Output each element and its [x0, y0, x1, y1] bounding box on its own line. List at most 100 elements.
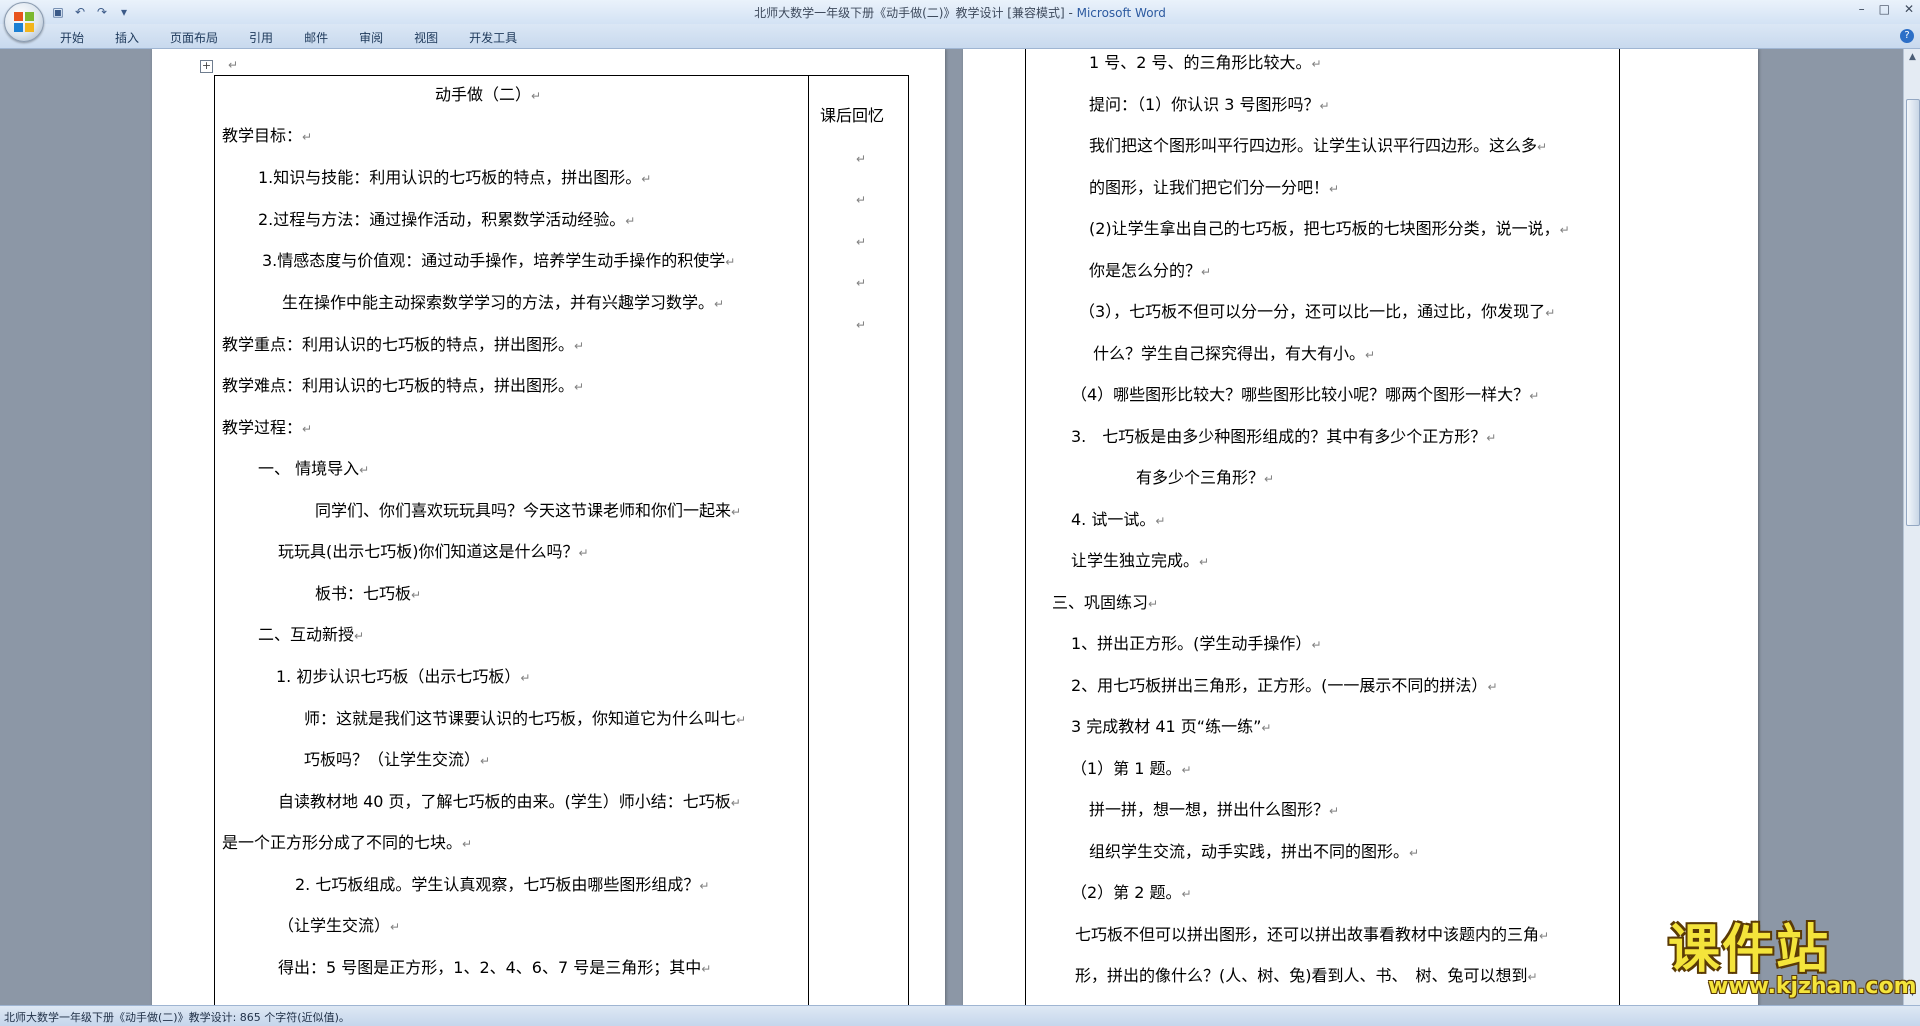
- paragraph-mark: ↵: [574, 339, 585, 353]
- text-line: 让学生独立完成。↵: [1071, 551, 1210, 570]
- tab-developer[interactable]: 开发工具: [469, 29, 517, 46]
- text-line: 4. 试一试。↵: [1071, 510, 1166, 529]
- status-text: 北师大数学一年级下册《动手做(二)》教学设计: 865 个字符(近似值)。: [4, 1011, 350, 1024]
- paragraph-mark: ↵: [625, 214, 636, 228]
- window-controls: – □ ✕: [1859, 2, 1914, 16]
- office-logo-icon: [14, 12, 34, 32]
- paragraph-mark: ↵: [1155, 514, 1166, 528]
- document-area[interactable]: + ↵ 动手做（二）↵ 教学目标：↵ 1.知识与技能：利用认识的七巧板的特点，拼…: [0, 49, 1903, 1005]
- scrollbar-thumb[interactable]: [1906, 99, 1920, 526]
- text-line: 有多少个三角形？↵: [1136, 468, 1275, 487]
- text-line: （2）第 2 题。↵: [1071, 883, 1192, 902]
- text-line: 同学们、你们喜欢玩玩具吗？今天这节课老师和你们一起来↵: [315, 501, 742, 520]
- text-line: 教学过程：↵: [222, 418, 313, 437]
- office-button[interactable]: [4, 2, 44, 42]
- paragraph-mark: ↵: [1181, 887, 1192, 901]
- title-bar: ▣ ↶ ↷ ▾ 北师大数学一年级下册《动手做(二)》教学设计 [兼容模式] - …: [0, 0, 1920, 24]
- minimize-button[interactable]: –: [1859, 2, 1865, 16]
- text-line: 组织学生交流，动手实践，拼出不同的图形。↵: [1089, 842, 1420, 861]
- paragraph-mark: ↵: [1545, 306, 1556, 320]
- text-line: 教学目标：↵: [222, 126, 313, 145]
- paragraph-mark: ↵: [1486, 431, 1497, 445]
- text-line: (2)让学生拿出自己的七巧板，把七巧板的七块图形分类，说一说，↵: [1089, 219, 1570, 238]
- maximize-button[interactable]: □: [1879, 2, 1890, 16]
- text-line: 3 完成教材 41 页“练一练”↵: [1071, 717, 1272, 736]
- paragraph-mark: ↵: [520, 671, 531, 685]
- paragraph-mark: ↵: [856, 235, 867, 249]
- paragraph-mark: ↵: [1201, 265, 1212, 279]
- save-icon[interactable]: ▣: [50, 4, 66, 20]
- text-line: 拼一拼，想一想，拼出什么图形？↵: [1089, 800, 1340, 819]
- table-column-divider: [808, 75, 809, 1005]
- tab-mailings[interactable]: 邮件: [304, 29, 328, 46]
- text-line: 教学难点：利用认识的七巧板的特点，拼出图形。↵: [222, 376, 585, 395]
- paragraph-mark: ↵: [574, 380, 585, 394]
- help-icon[interactable]: ?: [1900, 29, 1914, 43]
- paragraph-mark: ↵: [411, 588, 422, 602]
- text-line: 的图形，让我们把它们分一分吧！↵: [1089, 178, 1340, 197]
- tab-home[interactable]: 开始: [60, 29, 84, 46]
- table-border-left: [1025, 49, 1026, 1005]
- text-line: 3. 七巧板是由多少种图形组成的？其中有多少个正方形？↵: [1071, 427, 1497, 446]
- text-line: 3.情感态度与价值观：通过动手操作，培养学生动手操作的积使学↵: [262, 251, 736, 270]
- page-right[interactable]: 1 号、2 号、的三角形比较大。↵ 提问：（1）你认识 3 号图形吗？↵ 我们把…: [963, 49, 1758, 1005]
- paragraph-mark: ↵: [302, 130, 313, 144]
- paragraph-mark: ↵: [1529, 389, 1540, 403]
- window-title: 北师大数学一年级下册《动手做(二)》教学设计 [兼容模式] - Microsof…: [560, 4, 1360, 21]
- text-line: 2.过程与方法：通过操作活动，积累数学活动经验。↵: [258, 210, 636, 229]
- paragraph-mark: ↵: [354, 629, 365, 643]
- paragraph-mark: ↵: [731, 505, 742, 519]
- page-left[interactable]: + ↵ 动手做（二）↵ 教学目标：↵ 1.知识与技能：利用认识的七巧板的特点，拼…: [152, 49, 945, 1005]
- text-line: 形，拼出的像什么？(人、树、兔)看到人、书、 树、兔可以想到↵: [1075, 966, 1538, 985]
- table-border-right: [1619, 49, 1620, 1005]
- tab-references[interactable]: 引用: [249, 29, 273, 46]
- paragraph-mark: ↵: [1199, 555, 1210, 569]
- paragraph-mark: ↵: [641, 172, 652, 186]
- close-button[interactable]: ✕: [1904, 2, 1914, 16]
- paragraph-mark: ↵: [480, 754, 491, 768]
- paragraph-mark: ↵: [228, 58, 239, 72]
- text-line: （4）哪些图形比较大？哪些图形比较小呢？哪两个图形一样大？↵: [1071, 385, 1540, 404]
- table-move-handle-icon[interactable]: +: [200, 60, 213, 73]
- paragraph-mark: ↵: [1559, 223, 1570, 237]
- tab-page-layout[interactable]: 页面布局: [170, 29, 218, 46]
- vertical-scrollbar[interactable]: ▲ ▼: [1903, 49, 1920, 1005]
- paragraph-mark: ↵: [1261, 721, 1272, 735]
- undo-icon[interactable]: ↶: [72, 4, 88, 20]
- paragraph-mark: ↵: [701, 962, 712, 976]
- tab-view[interactable]: 视图: [414, 29, 438, 46]
- paragraph-mark: ↵: [1537, 140, 1548, 154]
- scroll-up-icon[interactable]: ▲: [1906, 51, 1919, 64]
- text-line: 巧板吗？（让学生交流）↵: [304, 750, 491, 769]
- paragraph-mark: ↵: [1264, 472, 1275, 486]
- text-line: 提问：（1）你认识 3 号图形吗？↵: [1089, 95, 1330, 114]
- tab-insert[interactable]: 插入: [115, 29, 139, 46]
- text-line: 1.知识与技能：利用认识的七巧板的特点，拼出图形。↵: [258, 168, 652, 187]
- text-line: 师：这就是我们这节课要认识的七巧板，你知道它为什么叫七↵: [304, 709, 747, 728]
- paragraph-mark: ↵: [1329, 804, 1340, 818]
- text-line: 你是怎么分的？↵: [1089, 261, 1212, 280]
- text-line: 1、拼出正方形。(学生动手操作）↵: [1071, 634, 1322, 653]
- text-line: 得出：5 号图是正方形，1、2、4、6、7 号是三角形；其中↵: [278, 958, 712, 977]
- paragraph-mark: ↵: [1181, 763, 1192, 777]
- status-bar: 北师大数学一年级下册《动手做(二)》教学设计: 865 个字符(近似值)。: [0, 1005, 1920, 1026]
- text-line: 玩玩具(出示七巧板)你们知道这是什么吗？↵: [278, 542, 589, 561]
- text-line: 板书：七巧板↵: [315, 584, 422, 603]
- paragraph-mark: ↵: [302, 422, 313, 436]
- paragraph-mark: ↵: [531, 89, 542, 103]
- paragraph-mark: ↵: [1409, 846, 1420, 860]
- paragraph-mark: ↵: [1527, 970, 1538, 984]
- text-line: （让学生交流）↵: [278, 916, 401, 935]
- window-title-app: Microsoft Word: [1076, 6, 1166, 20]
- paragraph-mark: ↵: [730, 796, 741, 810]
- lesson-title: 动手做（二）↵: [435, 85, 542, 104]
- scroll-down-icon[interactable]: ▼: [1906, 987, 1919, 1000]
- text-line: 三、巩固练习↵: [1052, 593, 1159, 612]
- paragraph-mark: ↵: [1539, 929, 1550, 943]
- tab-review[interactable]: 审阅: [359, 29, 383, 46]
- quick-access-toolbar: ▣ ↶ ↷ ▾: [50, 3, 132, 21]
- customize-icon[interactable]: ▾: [116, 4, 132, 20]
- text-line: 2、用七巧板拼出三角形，正方形。(一一展示不同的拼法）↵: [1071, 676, 1498, 695]
- redo-icon[interactable]: ↷: [94, 4, 110, 20]
- paragraph-mark: ↵: [462, 837, 473, 851]
